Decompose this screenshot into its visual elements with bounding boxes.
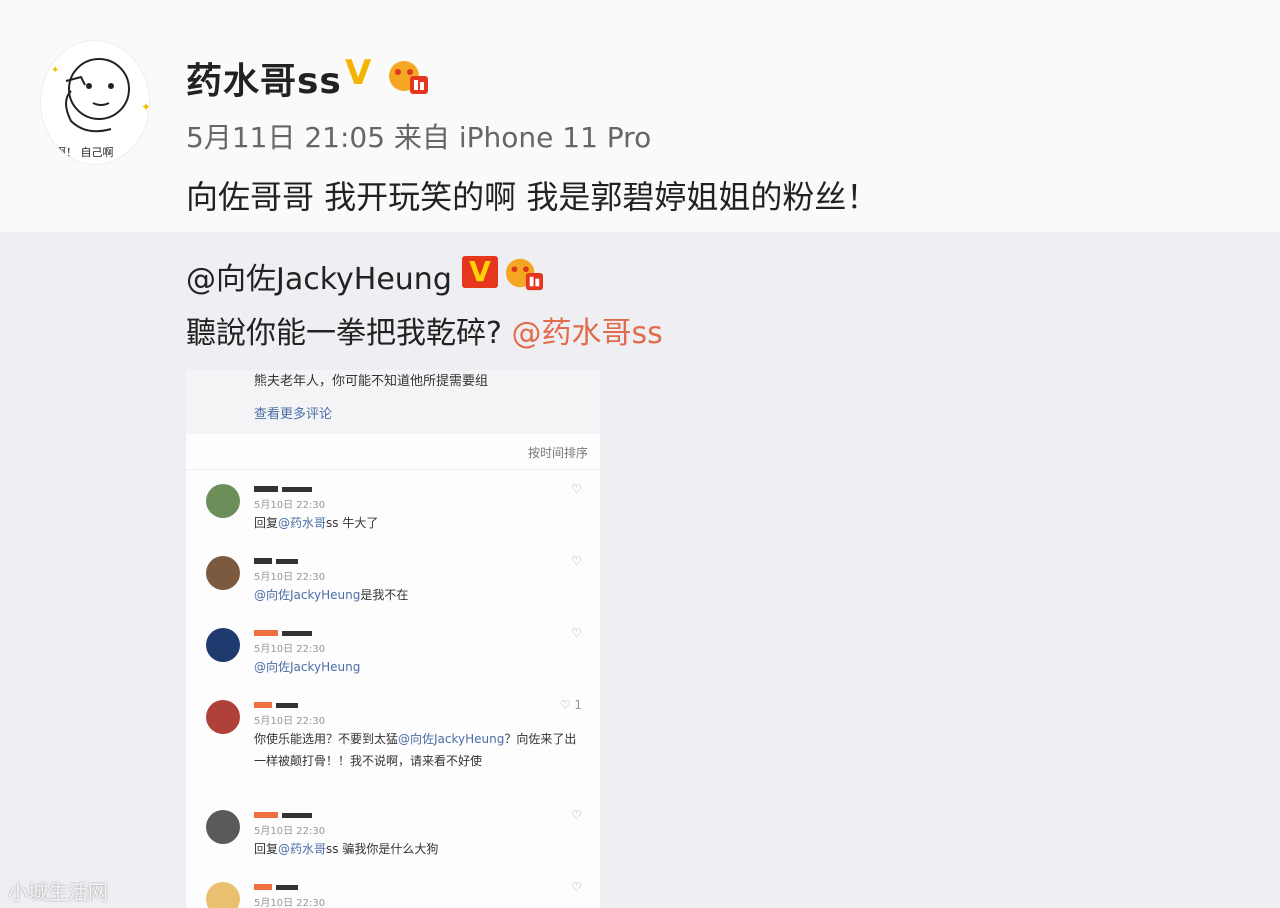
- comment-mention[interactable]: @药水哥: [278, 842, 326, 856]
- comment-item[interactable]: 5月10日 22:30 你使乐能选用？不要到太猛@向佐JackyHeung？向佐来…: [186, 686, 600, 796]
- commenter-name[interactable]: [254, 880, 298, 893]
- commenter-name[interactable]: [254, 554, 298, 567]
- commenter-avatar[interactable]: [206, 628, 240, 662]
- comment-body: 回复@药水哥ss 骗我你是什么大狗: [254, 838, 584, 860]
- comment-body: @向佐JackyHeung: [254, 656, 584, 678]
- comment-body: 你使乐能选用？不要到太猛@向佐JackyHeung？向佐来了出一样被颠打骨！！我…: [254, 728, 584, 772]
- svg-text:✦: ✦: [141, 100, 150, 114]
- comment-time: 5月10日 22:30: [254, 826, 326, 837]
- post-content: 向佐哥哥 我开玩笑的啊 我是郭碧婷姐姐的粉丝！: [186, 178, 879, 216]
- comment-item[interactable]: 5月10日 22:30 @向佐JackyHeung是我不在 ♡: [186, 542, 600, 614]
- embedded-screenshot[interactable]: 熊夫老年人，你可能不知道他所提需要组 查看更多评论 按时间排序 5月10日 22…: [186, 370, 600, 908]
- avatar-caption: 啊！ 自己啊: [55, 146, 114, 159]
- comment-text: ss 牛大了: [326, 516, 379, 530]
- comment-time: 5月10日 22:30: [254, 572, 326, 583]
- like-icon[interactable]: ♡: [571, 554, 582, 568]
- comment-text: ss 骗我你是什么大狗: [326, 842, 439, 856]
- screenshot-top-link[interactable]: 查看更多评论: [254, 389, 532, 422]
- commenter-name[interactable]: [254, 698, 298, 711]
- sort-label[interactable]: 按时间排序: [186, 434, 600, 470]
- user-avatar[interactable]: ✦ ✦ 啊！ 自己啊: [40, 40, 150, 165]
- repost-text: 聽說你能一拳把我乾碎? @药水哥ss: [186, 308, 663, 352]
- commenter-name[interactable]: [254, 482, 312, 495]
- comment-prefix: 回复: [254, 516, 279, 530]
- post-meta: 5月11日 21:05 来自 iPhone 11 Pro: [186, 121, 652, 154]
- like-icon[interactable]: ♡ 1: [560, 698, 582, 712]
- screenshot-top-line: 熊夫老年人，你可能不知道他所提需要组: [254, 374, 489, 389]
- verified-v-icon: V: [345, 53, 372, 93]
- comment-item[interactable]: 5月10日 22:30 @向佐JackyHeung ♡: [186, 614, 600, 686]
- comment-time: 5月10日 22:30: [254, 716, 326, 727]
- comment-text: 是我不在: [360, 588, 409, 602]
- verified-v-icon: V: [462, 256, 498, 288]
- svg-text:✦: ✦: [51, 65, 59, 76]
- commenter-avatar[interactable]: [206, 882, 240, 908]
- comment-mention[interactable]: @向佐JackyHeung: [254, 660, 360, 674]
- comment-time: 5月10日 22:30: [254, 898, 326, 908]
- commenter-name[interactable]: [254, 626, 312, 639]
- username[interactable]: 药水哥ss: [186, 52, 342, 104]
- comment-time: 5月10日 22:30: [254, 644, 326, 655]
- commenter-avatar[interactable]: [206, 556, 240, 590]
- commenter-avatar[interactable]: [206, 700, 240, 734]
- comment-list: 5月10日 22:30 回复@药水哥ss 牛大了 ♡ 5月10日 22:30 @向佐J…: [186, 470, 600, 908]
- weibo-post: ✦ ✦ 啊！ 自己啊 药水哥ss V 5月11日 21:05 来自 iPhone…: [0, 0, 1280, 232]
- comment-mention[interactable]: @向佐JackyHeung: [398, 732, 504, 746]
- comment-item[interactable]: 5月10日 22:30 回复@药水哥ss 骗我你是什么大狗 ♡: [186, 796, 600, 868]
- comment-body: @向佐JackyHeung是我不在: [254, 584, 584, 606]
- comment-mention[interactable]: @药水哥: [278, 516, 326, 530]
- comment-prefix: 你使乐能选用？不要到太猛: [254, 732, 399, 746]
- comment-body: 回复@药水哥ss 牛大了: [254, 512, 584, 534]
- like-icon[interactable]: ♡: [571, 482, 582, 496]
- like-icon[interactable]: ♡: [571, 880, 582, 894]
- commenter-avatar[interactable]: [206, 484, 240, 518]
- repost-username[interactable]: @向佐JackyHeung: [186, 254, 452, 298]
- screenshot-header: 熊夫老年人，你可能不知道他所提需要组 查看更多评论: [186, 370, 600, 434]
- repost-block[interactable]: @向佐JackyHeung V 聽說你能一拳把我乾碎? @药水哥ss 熊夫老年人…: [0, 232, 1280, 908]
- comment-item[interactable]: 5月10日 22:30 ♡: [186, 868, 600, 908]
- commenter-avatar[interactable]: [206, 810, 240, 844]
- comment-prefix: 回复: [254, 842, 279, 856]
- comment-item[interactable]: 5月10日 22:30 回复@药水哥ss 牛大了 ♡: [186, 470, 600, 542]
- mention-link[interactable]: @药水哥ss: [511, 316, 662, 351]
- fan-badge-icon: [389, 61, 428, 94]
- repost-message: 聽說你能一拳把我乾碎?: [186, 316, 502, 351]
- like-icon[interactable]: ♡: [571, 808, 582, 822]
- like-icon[interactable]: ♡: [571, 626, 582, 640]
- fan-badge-icon: [505, 258, 543, 291]
- comment-time: 5月10日 22:30: [254, 500, 326, 511]
- watermark: 小城生活网: [8, 880, 108, 904]
- commenter-name[interactable]: [254, 808, 312, 821]
- comment-mention[interactable]: @向佐JackyHeung: [254, 588, 360, 602]
